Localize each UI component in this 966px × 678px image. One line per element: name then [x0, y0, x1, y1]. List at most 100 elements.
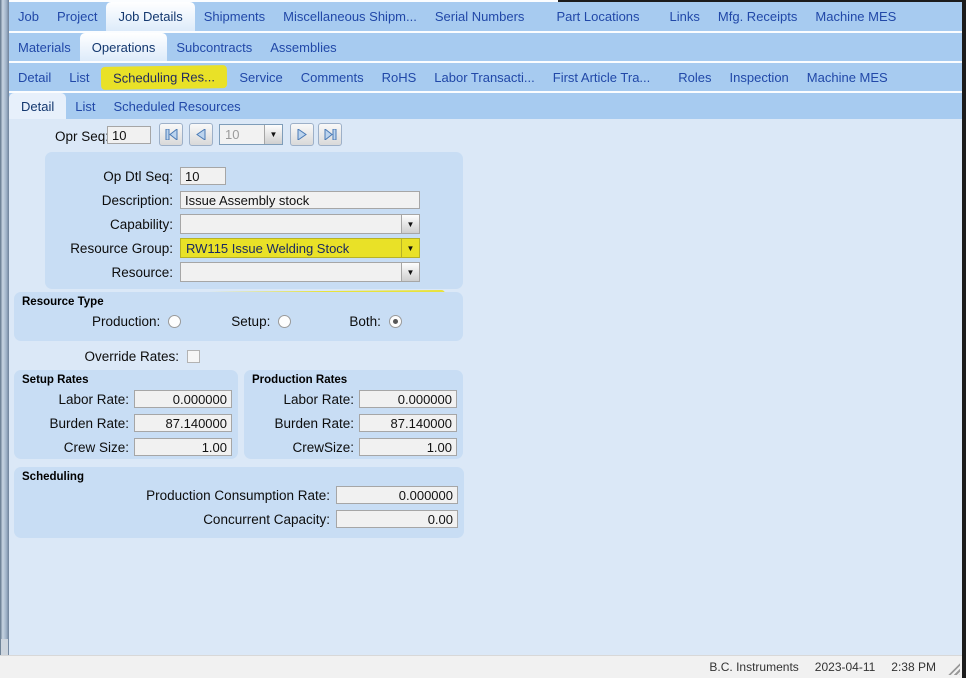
nav-prev-button[interactable]: [189, 123, 213, 146]
chevron-down-icon[interactable]: ▼: [401, 215, 419, 233]
production-radio[interactable]: [168, 315, 182, 328]
tab-op-list[interactable]: List: [60, 63, 98, 91]
tab-machine-mes-2[interactable]: Machine MES: [798, 63, 897, 91]
production-rates-title: Production Rates: [252, 374, 348, 386]
tab-scheduled-resources[interactable]: Scheduled Resources: [104, 93, 249, 119]
tab-comments[interactable]: Comments: [292, 63, 373, 91]
tab-rohs[interactable]: RoHS: [373, 63, 426, 91]
skip-to-last-icon: [324, 129, 336, 140]
radio-option-both[interactable]: Both:: [349, 314, 402, 329]
tab-part-locations[interactable]: Part Locations: [547, 2, 648, 31]
prod-burden-rate-input[interactable]: [359, 414, 457, 432]
description-label: Description:: [101, 192, 173, 208]
both-radio-label: Both:: [349, 314, 381, 329]
chevron-down-icon[interactable]: ▼: [264, 125, 282, 144]
status-date: 2023-04-11: [814, 660, 876, 674]
production-consumption-rate-label: Production Consumption Rate:: [146, 487, 330, 503]
status-bar: B.C. Instruments 2023-04-11 2:38 PM: [0, 655, 966, 678]
capability-label: Capability:: [109, 216, 173, 232]
prod-labor-rate-input[interactable]: [359, 390, 457, 408]
status-company: B.C. Instruments: [709, 660, 799, 674]
capability-combo[interactable]: ▼: [180, 214, 420, 234]
tab-shipments[interactable]: Shipments: [195, 2, 274, 31]
tab-subcontracts[interactable]: Subcontracts: [167, 33, 261, 61]
resource-value: [181, 263, 401, 281]
radio-option-production[interactable]: Production:: [92, 314, 182, 329]
previous-icon: [196, 129, 206, 140]
tab-serial-numbers[interactable]: Serial Numbers: [426, 2, 534, 31]
tab-sched-list[interactable]: List: [66, 93, 104, 119]
opr-seq-combo[interactable]: 10 ▼: [219, 124, 283, 145]
production-consumption-rate-input[interactable]: [336, 486, 458, 504]
production-radio-label: Production:: [92, 314, 161, 329]
app-window: Job Project Job Details Shipments Miscel…: [0, 0, 966, 678]
tab-project[interactable]: Project: [48, 2, 106, 31]
setup-radio-label: Setup:: [231, 314, 271, 329]
production-rates-panel: Production Rates Labor Rate: Burden Rate…: [244, 370, 463, 459]
status-time: 2:38 PM: [891, 660, 936, 674]
tab-sched-detail[interactable]: Detail: [9, 93, 67, 119]
tab-labor-transactions[interactable]: Labor Transacti...: [425, 63, 543, 91]
setup-crew-size-label: Crew Size:: [63, 439, 129, 455]
resource-type-panel: Resource Type Production: Setup: Both:: [14, 292, 463, 341]
prod-burden-rate-label: Burden Rate:: [274, 415, 354, 431]
setup-radio[interactable]: [278, 315, 292, 328]
setup-labor-rate-input[interactable]: [134, 390, 232, 408]
prod-labor-rate-label: Labor Rate:: [283, 391, 354, 407]
resource-group-combo[interactable]: RW115 Issue Welding Stock ▼: [180, 238, 420, 258]
resource-type-title: Resource Type: [22, 296, 104, 308]
opr-seq-input[interactable]: [107, 126, 151, 144]
capability-value: [181, 215, 401, 233]
tab-scheduling-resources[interactable]: Scheduling Res...: [101, 64, 228, 90]
tabbar-level2: Materials Operations Subcontracts Assemb…: [9, 33, 962, 61]
tab-op-detail[interactable]: Detail: [9, 63, 60, 91]
tabbar-level4: Detail List Scheduled Resources: [9, 93, 962, 119]
window-top-edge: [558, 0, 962, 2]
tab-operations[interactable]: Operations: [79, 33, 168, 61]
tab-first-article[interactable]: First Article Tra...: [544, 63, 660, 91]
op-dtl-seq-input[interactable]: [180, 167, 226, 185]
chevron-down-icon[interactable]: ▼: [401, 239, 419, 257]
setup-burden-rate-label: Burden Rate:: [49, 415, 129, 431]
setup-labor-rate-label: Labor Rate:: [58, 391, 129, 407]
setup-rates-title: Setup Rates: [22, 374, 89, 386]
prod-crew-size-label: CrewSize:: [292, 439, 354, 455]
tab-job[interactable]: Job: [9, 2, 48, 31]
tab-materials[interactable]: Materials: [9, 33, 80, 61]
tab-inspection[interactable]: Inspection: [721, 63, 798, 91]
setup-rates-panel: Setup Rates Labor Rate: Burden Rate: Cre…: [14, 370, 238, 459]
tabbar-level3: Detail List Scheduling Res... Service Co…: [9, 63, 962, 91]
prod-crew-size-input[interactable]: [359, 438, 457, 456]
tab-service[interactable]: Service: [230, 63, 291, 91]
left-splitter[interactable]: [0, 0, 9, 655]
scheduling-title: Scheduling: [22, 471, 84, 483]
concurrent-capacity-input[interactable]: [336, 510, 458, 528]
setup-crew-size-input[interactable]: [134, 438, 232, 456]
tab-roles[interactable]: Roles: [669, 63, 720, 91]
tab-machine-mes-1[interactable]: Machine MES: [806, 2, 905, 31]
both-radio[interactable]: [388, 315, 402, 328]
radio-option-setup[interactable]: Setup:: [231, 314, 292, 329]
opr-seq-label: Opr Seq:: [54, 129, 109, 144]
setup-burden-rate-input[interactable]: [134, 414, 232, 432]
opr-seq-combo-value: 10: [225, 127, 240, 142]
tab-miscellaneous-shipments[interactable]: Miscellaneous Shipm...: [274, 2, 426, 31]
content-area: Opr Seq: 10 ▼: [9, 119, 962, 655]
tab-assemblies[interactable]: Assemblies: [261, 33, 345, 61]
skip-to-first-icon: [165, 129, 177, 140]
description-input[interactable]: [180, 191, 420, 209]
override-rates-checkbox[interactable]: [187, 349, 200, 363]
override-rates-label: Override Rates:: [84, 348, 179, 364]
scheduling-panel: Scheduling Production Consumption Rate: …: [14, 467, 464, 538]
nav-next-button[interactable]: [290, 123, 314, 146]
tab-mfg-receipts[interactable]: Mfg. Receipts: [709, 2, 806, 31]
concurrent-capacity-label: Concurrent Capacity:: [203, 511, 330, 527]
op-dtl-seq-label: Op Dtl Seq:: [103, 168, 173, 184]
tab-job-details[interactable]: Job Details: [106, 2, 195, 31]
resource-combo[interactable]: ▼: [180, 262, 420, 282]
chevron-down-icon[interactable]: ▼: [401, 263, 419, 281]
nav-first-button[interactable]: [159, 123, 183, 146]
nav-last-button[interactable]: [318, 123, 342, 146]
next-icon: [297, 129, 307, 140]
tab-links[interactable]: Links: [661, 2, 709, 31]
